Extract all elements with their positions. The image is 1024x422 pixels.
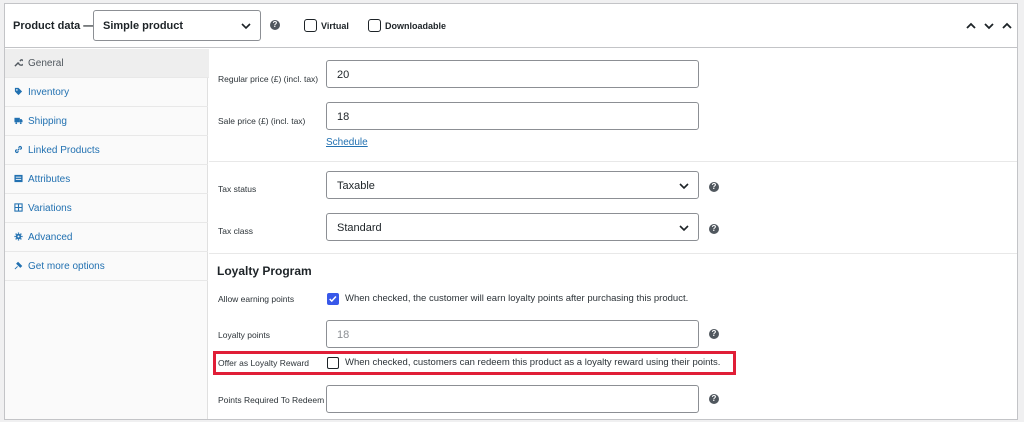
tax-status-value: Taxable: [337, 180, 375, 192]
virtual-checkbox[interactable]: [304, 19, 317, 32]
list-icon: [14, 174, 23, 183]
help-icon[interactable]: ?: [709, 182, 719, 192]
help-icon[interactable]: ?: [709, 394, 719, 404]
plugin-icon: [14, 261, 23, 270]
tab-variations[interactable]: Variations: [5, 194, 208, 223]
tax-class-label: Tax class: [218, 226, 253, 236]
loyalty-section-title: Loyalty Program: [217, 264, 312, 278]
downloadable-label: Downloadable: [385, 21, 447, 31]
regular-price-value: 20: [337, 69, 350, 81]
tab-inventory[interactable]: Inventory: [5, 78, 208, 107]
allow-earning-checkbox[interactable]: [327, 293, 339, 305]
truck-icon: [14, 117, 23, 125]
allow-earning-label: Allow earning points: [218, 294, 295, 304]
tag-icon: [14, 87, 23, 96]
schedule-link[interactable]: Schedule: [326, 137, 368, 148]
regular-price-input[interactable]: 20: [326, 60, 699, 88]
tab-advanced[interactable]: Advanced: [5, 223, 208, 252]
wrench-icon: [14, 59, 23, 67]
divider: [209, 161, 1017, 162]
help-icon[interactable]: ?: [709, 224, 719, 234]
virtual-label: Virtual: [321, 21, 349, 31]
tab-get-more-options[interactable]: Get more options: [5, 252, 208, 281]
toggle-panel-icon[interactable]: [1001, 21, 1013, 31]
loyalty-points-input[interactable]: 18: [326, 320, 699, 348]
grid-icon: [14, 203, 23, 212]
offer-reward-checkbox[interactable]: [327, 357, 339, 369]
general-options: Regular price (£) (incl. tax) 20 Sale pr…: [209, 49, 1017, 419]
tax-class-select[interactable]: Standard: [326, 213, 699, 241]
downloadable-checkbox[interactable]: [368, 19, 381, 32]
gear-icon: [14, 232, 23, 241]
move-up-icon[interactable]: [965, 21, 977, 31]
tab-attributes[interactable]: Attributes: [5, 165, 208, 194]
points-required-label: Points Required To Redeem: [218, 395, 325, 405]
points-required-input[interactable]: [326, 385, 699, 413]
tab-label: Shipping: [28, 116, 67, 127]
tab-label: General: [28, 58, 64, 69]
tab-label: Variations: [28, 203, 72, 214]
tab-label: Linked Products: [28, 145, 100, 156]
loyalty-points-label: Loyalty points: [218, 330, 270, 340]
chevron-down-icon: [241, 23, 251, 30]
tab-linked-products[interactable]: Linked Products: [5, 136, 208, 165]
offer-reward-label: Offer as Loyalty Reward: [218, 358, 310, 368]
product-type-value: Simple product: [103, 20, 184, 32]
help-icon[interactable]: ?: [709, 329, 719, 339]
allow-earning-description: When checked, the customer will earn loy…: [345, 293, 689, 304]
checkmark-icon: [329, 295, 337, 303]
tab-label: Inventory: [28, 87, 70, 98]
move-down-icon[interactable]: [983, 21, 995, 31]
chevron-down-icon: [679, 225, 689, 232]
tab-label: Get more options: [28, 261, 105, 272]
sale-price-input[interactable]: 18: [326, 102, 699, 130]
tab-label: Attributes: [28, 174, 71, 185]
product-data-tabs: General Inventory Shipping Linked Produc…: [5, 49, 209, 419]
loyalty-points-placeholder: 18: [337, 329, 350, 341]
tax-status-label: Tax status: [218, 184, 257, 194]
tax-status-select[interactable]: Taxable: [326, 171, 699, 199]
tab-general[interactable]: General: [5, 49, 209, 78]
product-data-title: Product data —: [13, 20, 95, 32]
tax-class-value: Standard: [337, 222, 382, 234]
product-data-header: Product data — Simple product ? Virtual …: [5, 4, 1017, 48]
chevron-down-icon: [679, 183, 689, 190]
offer-reward-description: When checked, customers can redeem this …: [345, 357, 721, 368]
tab-label: Advanced: [28, 232, 73, 243]
divider: [209, 253, 1017, 254]
product-type-select[interactable]: Simple product: [93, 10, 261, 41]
help-icon[interactable]: ?: [270, 20, 280, 30]
link-icon: [14, 145, 23, 154]
sale-price-value: 18: [337, 111, 350, 123]
product-data-panel: Product data — Simple product ? Virtual …: [4, 3, 1018, 420]
tab-shipping[interactable]: Shipping: [5, 107, 208, 136]
regular-price-label: Regular price (£) (incl. tax): [218, 74, 319, 84]
sale-price-label: Sale price (£) (incl. tax): [218, 116, 306, 126]
